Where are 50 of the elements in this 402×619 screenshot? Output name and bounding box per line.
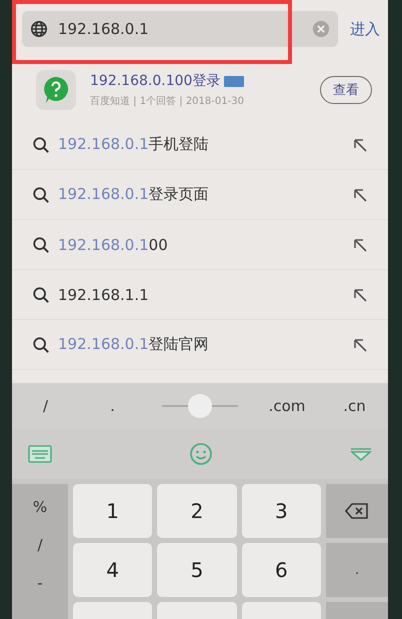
- suggestion-row[interactable]: 192.168.1.1: [12, 270, 388, 320]
- search-icon: [32, 136, 50, 154]
- fill-arrow-icon[interactable]: [352, 136, 368, 152]
- digit-key[interactable]: 4: [73, 543, 152, 597]
- suggestion-text: 192.168.0.1登陆官网: [58, 335, 210, 354]
- enter-link[interactable]: 进入: [350, 20, 380, 38]
- suggestion-text: 192.168.0.100: [58, 236, 169, 254]
- suggestion-row[interactable]: 192.168.0.1登录页面: [12, 170, 388, 220]
- digit-key[interactable]: 2: [157, 484, 237, 538]
- suggestion-text: 192.168.0.1登录页面: [58, 185, 210, 204]
- symbol-key[interactable]: %: [32, 498, 48, 516]
- smiley-icon[interactable]: [189, 442, 213, 466]
- suggestion-text: 192.168.1.1: [58, 286, 150, 304]
- backspace-icon: [345, 503, 369, 519]
- fill-arrow-icon[interactable]: [352, 236, 368, 252]
- symbol-key[interactable]: .: [326, 543, 388, 597]
- tag-badge: [224, 76, 244, 86]
- search-icon: [32, 186, 50, 204]
- clear-icon[interactable]: [312, 20, 330, 38]
- keyboard-icon[interactable]: [28, 445, 52, 463]
- suggestion-row[interactable]: 192.168.0.1登陆官网: [12, 320, 388, 370]
- search-icon: [32, 236, 50, 254]
- address-field[interactable]: 192.168.0.1: [56, 19, 304, 39]
- suggestion-text: 192.168.0.1手机登陆: [58, 135, 210, 154]
- question-icon: [43, 76, 69, 104]
- search-icon: [32, 286, 50, 304]
- result-meta: 百度知道 | 1个回答 | 2018-01-30: [90, 94, 245, 108]
- symbol-key[interactable]: /: [28, 397, 64, 415]
- digit-key[interactable]: 5: [157, 543, 237, 597]
- backspace-key[interactable]: [326, 484, 388, 538]
- search-icon: [32, 336, 50, 354]
- symbol-key[interactable]: .: [94, 397, 131, 415]
- digit-key[interactable]: 6: [242, 543, 321, 597]
- symbol-key[interactable]: -: [37, 574, 43, 592]
- fill-arrow-icon[interactable]: [352, 286, 368, 302]
- domain-key[interactable]: .cn: [336, 397, 372, 415]
- digit-key[interactable]: 1: [73, 484, 152, 538]
- fill-arrow-icon[interactable]: [352, 336, 368, 352]
- address-bar[interactable]: 192.168.0.1: [22, 11, 338, 47]
- symbol-key[interactable]: /: [37, 536, 43, 554]
- collapse-icon[interactable]: [350, 447, 372, 461]
- globe-icon: [30, 20, 48, 38]
- domain-key[interactable]: .com: [268, 397, 306, 415]
- slider-thumb[interactable]: [188, 394, 212, 418]
- fill-arrow-icon[interactable]: [352, 186, 368, 202]
- suggestion-row[interactable]: 192.168.0.1手机登陆: [12, 120, 388, 170]
- result-title[interactable]: 192.168.0.100登录: [90, 72, 220, 90]
- view-button[interactable]: 查看: [320, 76, 372, 104]
- digit-key[interactable]: 3: [242, 484, 321, 538]
- suggestion-row[interactable]: 192.168.0.100: [12, 220, 388, 270]
